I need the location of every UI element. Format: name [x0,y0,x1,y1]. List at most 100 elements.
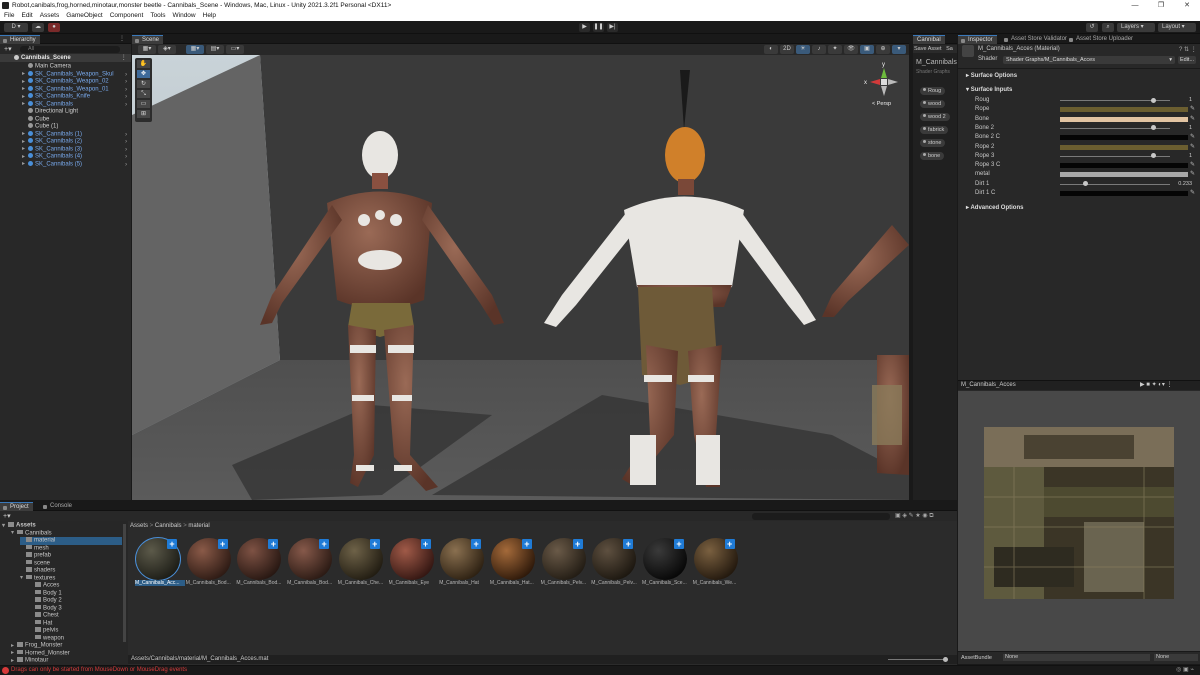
folder-tree-item[interactable]: ▸ Horned_Monster [11,649,70,658]
tab-project[interactable]: Project [0,502,33,511]
project-filter-icons[interactable]: ▣ ◈ ✎ ★ ◉ ⧉ [895,512,934,520]
hierarchy-item[interactable]: ▸ SK_Cannibals_Knife [22,93,90,101]
eyedropper-icon[interactable]: ✎ [1190,170,1195,177]
create-button[interactable]: +▾ [4,45,12,53]
tab-inspector[interactable]: Inspector [958,35,997,44]
folder-tree-item[interactable]: shaders [20,567,55,575]
menu-item-gameobject[interactable]: GameObject [66,12,103,19]
rect-tool-icon[interactable]: ▭ [137,100,150,108]
menu-item-help[interactable]: Help [203,12,216,19]
chevron-right-icon[interactable]: › [125,161,127,168]
hierarchy-item[interactable]: ▸ SK_Cannibals [22,100,73,109]
eyedropper-icon[interactable]: ✎ [1190,161,1195,168]
layers-dropdown[interactable]: Layers ▾ [1117,23,1155,32]
status-error-message[interactable]: Drags can only be started from MouseDown… [11,667,187,673]
advanced-options-foldout[interactable]: ▸ Advanced Options [966,204,1023,211]
material-label[interactable]: M_Cannibals_Bod... [287,580,337,586]
blackboard-property-chip[interactable]: Roug [920,87,946,95]
blackboard-property-chip[interactable]: wood [920,100,946,108]
chevron-right-icon[interactable]: › [125,78,127,85]
tab-hierarchy[interactable]: Hierarchy [0,35,40,44]
material-label[interactable]: M_Cannibals_Sce... [642,580,692,586]
folder-tree-item[interactable]: ▾ textures [20,574,55,583]
shader-dropdown[interactable]: Shader Graphs/M_Cannibals_Acces ▾ [1003,56,1175,64]
eyedropper-icon[interactable]: ✎ [1190,189,1195,196]
2d-toggle[interactable]: 2D [780,45,794,54]
preview-controls-icon[interactable]: ▶ ■ ✦ ◐▾ ⋮ [1140,381,1173,388]
property-slider-value[interactable]: 1 [1172,152,1192,160]
tab-console[interactable]: Console [40,502,76,511]
move-tool-icon[interactable]: ✥ [137,70,150,78]
chevron-right-icon[interactable]: › [125,153,127,160]
tab-shadergraph[interactable]: Cannibal [913,35,945,44]
chevron-right-icon[interactable]: › [125,101,127,108]
play-button[interactable]: ▶ [579,23,590,32]
folder-tree-item[interactable]: Body 2 [29,597,62,605]
folder-tree-item[interactable]: Acces [29,582,59,590]
add-to-scene-icon[interactable]: + [674,539,684,549]
hierarchy-item[interactable]: ▸ SK_Cannibals (1) [22,130,82,139]
add-to-scene-icon[interactable]: + [369,539,380,549]
material-label[interactable]: M_Cannibals_We... [693,580,743,586]
hierarchy-item[interactable]: ▸ SK_Cannibals_Weapon_02 [22,78,109,86]
search-icon[interactable]: ⌕ [1102,23,1114,32]
add-to-scene-icon[interactable]: + [319,539,330,549]
status-icons[interactable]: ◎ ▣ ⌁ [1176,666,1194,673]
save-asset-button[interactable]: Save Asset [914,46,942,52]
menu-item-edit[interactable]: Edit [21,12,32,19]
draw-mode-icon[interactable]: ◐ [764,45,778,54]
tab-asset-store-uploader[interactable]: Asset Store Uploader [1066,35,1137,44]
panel-menu-icon[interactable]: ⋮ [119,35,125,44]
material-label[interactable]: M_Cannibals_Bod... [236,580,286,586]
material-label[interactable]: M_Cannibals_Hat... [490,580,540,586]
hierarchy-item[interactable]: ▸ SK_Cannibals (5) [22,160,82,169]
eyedropper-icon[interactable]: ✎ [1190,105,1195,112]
add-to-scene-icon[interactable]: + [724,539,735,549]
gizmos-icon[interactable]: ⊕ [876,45,890,54]
eyedropper-icon[interactable]: ✎ [1190,133,1195,140]
cloud-icon[interactable]: ☁ [32,23,44,32]
chevron-right-icon[interactable]: › [125,131,127,138]
scene-viewport[interactable]: y x < Persp ✋ ✥ ↻ ⤡ ▭ ⊞ [132,55,909,500]
folder-tree-item[interactable]: Chest [29,612,59,620]
menu-item-window[interactable]: Window [173,12,196,19]
menu-item-component[interactable]: Component [110,12,144,19]
material-label[interactable]: M_Cannibals_Che... [338,580,388,586]
gizmos-dropdown[interactable]: ▾ [892,45,906,54]
tab-scene[interactable]: Scene [132,35,164,44]
menu-item-tools[interactable]: Tools [150,12,165,19]
pause-button[interactable]: ❚❚ [593,23,604,32]
persp-label[interactable]: < Persp [872,101,891,107]
blackboard-property-chip[interactable]: stone [920,139,946,147]
assetbundle-variant-dropdown[interactable]: None [1154,654,1198,661]
property-color-swatch[interactable] [1060,116,1188,122]
folder-tree-item[interactable]: Body 3 [29,604,62,613]
hierarchy-item[interactable]: ▸ SK_Cannibals_Weapon_Skul [22,70,114,79]
add-to-scene-icon[interactable]: + [471,539,482,549]
blackboard-property-chip[interactable]: bone [920,152,945,160]
add-to-scene-icon[interactable]: + [521,539,532,549]
folder-tree-item[interactable]: scene [20,559,50,568]
hierarchy-item[interactable]: Directional Light [22,108,78,116]
chevron-right-icon[interactable]: › [125,71,127,78]
breadcrumb-item[interactable]: Cannibals [155,523,182,529]
folder-tree-item[interactable]: prefab [20,552,51,560]
collab-icon[interactable]: ● [48,23,60,32]
material-label[interactable]: M_Cannibals_Pelv... [591,580,641,586]
folder-tree-item[interactable]: ▸ Minotaur [11,657,48,665]
folder-tree-item[interactable]: ▾ Cannibals [11,529,52,538]
hierarchy-item[interactable]: ▸ SK_Cannibals (3) [22,145,82,154]
blackboard-property-chip[interactable]: fabrick [920,126,949,134]
assetbundle-dropdown[interactable]: None [1003,654,1150,661]
folder-tree-item[interactable]: ▾ Assets [2,522,36,530]
history-icon[interactable]: ↺ [1086,23,1098,32]
folder-tree-item[interactable]: mesh [20,544,49,553]
maximize-icon[interactable]: ❐ [1148,0,1174,11]
add-to-scene-icon[interactable]: + [572,539,583,549]
transform-tool-icon[interactable]: ⊞ [137,110,150,118]
chevron-right-icon[interactable]: › [125,86,127,93]
help-icon[interactable]: ? ⇅ ⋮ [1179,46,1197,53]
hierarchy-item[interactable]: Cube [22,115,49,124]
scene-row[interactable]: Cannibals_Scene ⋮ [0,54,131,62]
hierarchy-item[interactable]: Cube (1) [22,123,58,131]
